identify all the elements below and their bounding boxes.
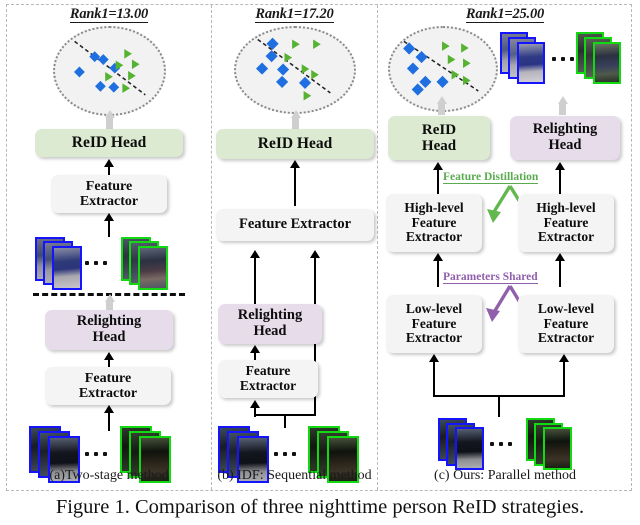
panel-c-ellipsis-top [552,57,574,61]
dot [570,57,574,61]
panel-a-reid-head: ReID Head [35,129,183,157]
panel-a-scatter-plot [53,26,166,116]
panel-a-arrowhead-extractor-to-reid [104,159,115,167]
panel-c-arrowhead-relighting-head-output [557,96,568,104]
panel-a-caption: (a)Two-stage method [49,468,169,483]
panel-a-arrowhead-to-reid-head [104,110,115,118]
dot [85,261,89,265]
thumb-gallery [543,427,572,470]
dot [274,452,278,456]
panel-c-arrowhead-hl-right-to-relighting [555,162,566,170]
panel-c-relit-image-stack-gallery [576,32,640,88]
thumb-gallery [593,42,621,84]
dot [508,442,512,446]
figure-panel-container: Rank1=13.00 ReID Head Feature Extractor … [6,4,632,491]
panel-b-arrow-relighting-to-extractor [254,258,257,304]
panel-c-arrow-branch-right-up [563,361,566,397]
panel-a-arrow-images-to-extractor [108,220,111,237]
panel-b-arrow-extractor-to-reid [294,168,297,206]
panel-a-arrow-to-reid-head [106,117,113,129]
panel-b-arrowhead-extractor-to-relighting [250,345,261,353]
figure-caption: Figure 1. Comparison of three nighttime … [55,496,585,518]
panel-idf-sequential-method: Rank1=17.20 ReID Head Feature Extractor … [212,5,378,490]
panel-a-rank-title: Rank1=13.00 [69,6,149,23]
dot [490,442,494,446]
thumb-query [455,427,484,470]
panel-c-arrow-reid-head-output [438,103,445,115]
panel-c-parameters-shared-label: Parameters Shared [441,271,540,284]
figure-root: Rank1=13.00 ReID Head Feature Extractor … [0,0,640,525]
thumb-query [52,246,82,290]
panel-b-ellipsis-bottom [274,452,296,456]
dot [292,452,296,456]
panel-c-low-level-feature-extractor-left: Low-level Feature Extractor [386,295,482,353]
panel-a-arrowhead-relighting-to-output [104,294,115,302]
panel-b-scatter-svg [255,37,331,101]
dot [283,452,287,456]
panel-b-reid-head: ReID Head [216,129,374,159]
panel-two-stage-method: Rank1=13.00 ReID Head Feature Extractor … [7,5,212,490]
dot [94,261,98,265]
panel-b-arrow-to-reid-head [292,117,299,129]
panel-c-low-level-feature-extractor-right: Low-level Feature Extractor [518,295,614,353]
panel-c-arrowhead-ll-left-to-hl-left [433,253,444,261]
panel-c-input-branch-stem [498,395,501,417]
panel-b-arrowhead-input-to-extractor [250,400,261,408]
panel-b-arrowhead-to-reid-head [290,110,301,118]
panel-a-arrowhead-input-to-extractor [104,405,115,413]
panel-c-arrow-ll-left-to-hl-left [437,261,440,287]
panel-b-rank-title: Rank1=17.20 [255,6,334,23]
panel-c-arrow-ll-right-to-hl-right [559,261,562,287]
panel-b-feature-extractor-bottom: Feature Extractor [218,360,318,398]
panel-a-feature-extractor-top: Feature Extractor [51,175,167,213]
dot [499,442,503,446]
panel-ours-parallel-method: Rank1=25.00 ReID Head Relighting Head Fe… [378,5,632,490]
dot [103,261,107,265]
panel-c-relighting-head: Relighting Head [510,116,620,160]
panel-c-arrowhead-ll-right-to-hl-right [555,253,566,261]
panel-a-arrowhead-images-to-extractor [104,213,115,221]
panel-c-feature-distillation-label: Feature Distillation [441,171,541,184]
panel-c-rank-title: Rank1=25.00 [465,6,545,23]
panel-a-ellipsis-bottom [85,452,107,456]
panel-c-arrow-relighting-head-output [559,103,566,115]
panel-c-arrowhead-hl-left-to-reid [433,162,444,170]
panel-a-feature-extractor-bottom: Feature Extractor [45,367,171,405]
panel-a-arrow-input-to-extractor [108,413,111,431]
panel-c-arrow-branch-left-up [433,361,436,397]
panel-a-relighting-head: Relighting Head [45,310,173,350]
panel-c-caption: (c) Ours: Parallel method [434,468,576,483]
panel-b-arrowhead-bypass-to-extractor [310,250,321,258]
dot [85,452,89,456]
panel-b-arrowhead-extractor-to-reid [290,160,301,168]
dot [552,57,556,61]
panel-b-arrowhead-relighting-to-extractor [250,250,261,258]
panel-b-feature-extractor-shared: Feature Extractor [216,209,374,241]
panel-c-arrowhead-branch-left [429,354,440,362]
panel-c-input-image-stack-gallery [526,418,590,470]
thumb-query [517,42,545,84]
panel-a-scatter-svg [73,40,146,96]
dot [561,57,565,61]
panel-c-arrowhead-branch-right [559,354,570,362]
panel-a-arrowhead-extractor-to-relighting [104,352,115,360]
panel-a-relit-image-stack-gallery [121,237,187,290]
panel-c-high-level-feature-extractor-right: High-level Feature Extractor [518,194,614,252]
panel-b-caption: (b) IDF: Sequential method [217,468,372,483]
panel-c-reid-head: ReID Head [388,116,490,160]
panel-b-scatter-plot [234,26,356,114]
panel-c-arrowhead-reid-head-output [436,96,447,104]
panel-c-high-level-feature-extractor-left: High-level Feature Extractor [386,194,482,252]
dot [94,452,98,456]
thumb-gallery [138,246,168,290]
panel-a-ellipsis-middle [85,261,107,265]
panel-b-relighting-head: Relighting Head [218,304,322,344]
panel-c-ellipsis-bottom [490,442,512,446]
dot [103,452,107,456]
